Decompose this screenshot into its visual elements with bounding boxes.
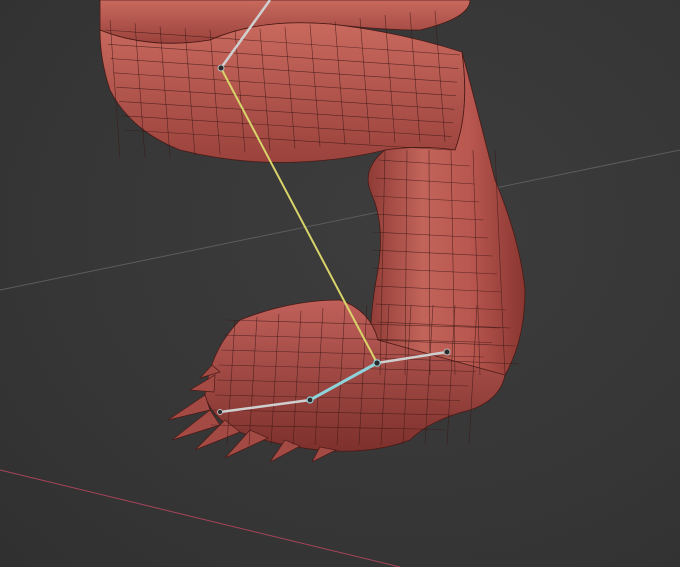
viewport-scene[interactable] (0, 0, 680, 567)
grid-line (0, 149, 680, 291)
heel-joint[interactable] (443, 348, 451, 356)
toe-joint[interactable] (217, 409, 223, 415)
x-axis-line (0, 469, 401, 567)
3d-viewport[interactable] (0, 0, 680, 567)
ankle-joint[interactable] (373, 359, 381, 367)
hip-joint[interactable] (217, 64, 225, 72)
ball-joint[interactable] (306, 396, 314, 404)
